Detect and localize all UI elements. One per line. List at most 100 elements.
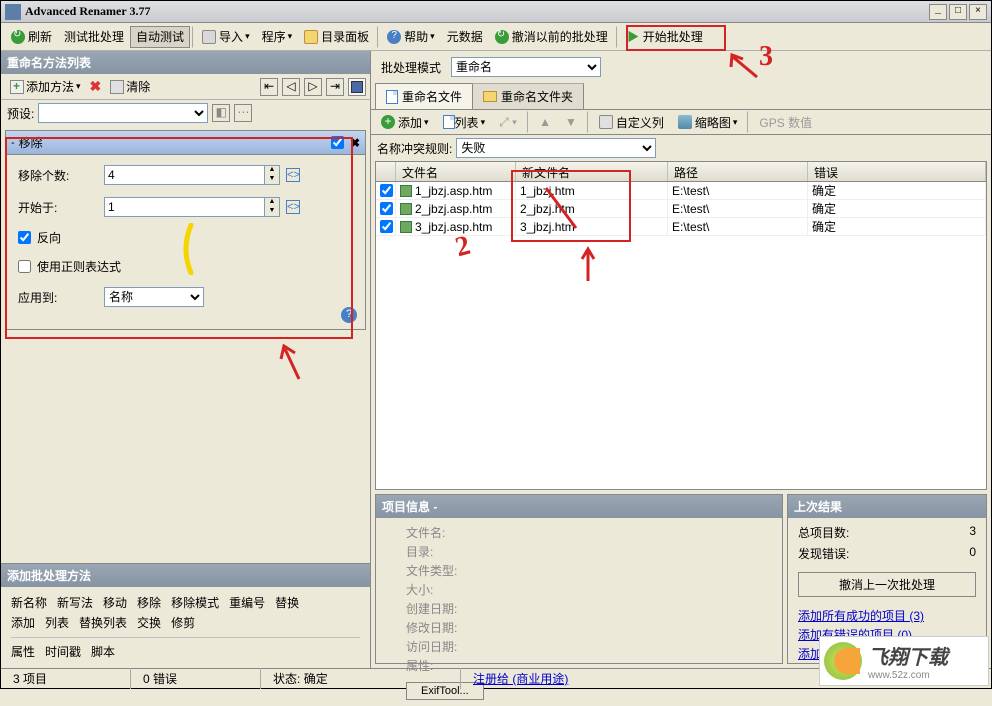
move-down-button[interactable]: ▼ — [559, 111, 583, 133]
tag-icon-2[interactable]: <> — [286, 200, 300, 214]
col-newname[interactable]: 新文件名 — [516, 162, 668, 181]
delete-method-icon[interactable]: ✖ — [90, 78, 102, 95]
errors-value: 0 — [969, 545, 976, 562]
add-method-link[interactable]: 新名称 — [11, 596, 47, 610]
save-button[interactable] — [348, 78, 366, 96]
annotation-stroke-2a — [541, 183, 581, 233]
metadata-button[interactable]: 元数据 — [441, 26, 489, 48]
start-at-label: 开始于: — [18, 199, 98, 216]
method-close-icon[interactable]: ✖ — [350, 136, 360, 150]
cell-path: E:\test\ — [672, 220, 709, 234]
list-button[interactable]: 列表▾ — [437, 111, 492, 133]
add-method-link[interactable]: 脚本 — [91, 645, 115, 659]
nav-next-button[interactable]: ▷ — [304, 78, 322, 96]
expand-icon[interactable]: ⤢ ▾ — [493, 111, 523, 133]
status-register[interactable]: 注册给 (商业用途) — [461, 668, 580, 689]
table-row[interactable]: 1_jbzj.asp.htm 1_jbzj.htm E:\test\ 确定 — [376, 182, 986, 200]
add-files-button[interactable]: +添加▾ — [375, 111, 435, 133]
table-row[interactable]: 2_jbzj.asp.htm 2_jbzj.htm E:\test\ 确定 — [376, 200, 986, 218]
undo-last-batch-button[interactable]: 撤消上一次批处理 — [798, 572, 976, 597]
start-at-input[interactable] — [104, 197, 264, 217]
add-method-link[interactable]: 添加 — [11, 616, 35, 630]
add-method-link[interactable]: 移除模式 — [171, 596, 219, 610]
add-method-link[interactable]: 修剪 — [171, 616, 195, 630]
preset-action1[interactable]: ◧ — [212, 104, 230, 122]
col-path[interactable]: 路径 — [668, 162, 808, 181]
col-filename[interactable]: 文件名 — [396, 162, 516, 181]
tab-rename-folders[interactable]: 重命名文件夹 — [472, 83, 584, 109]
nav-first-button[interactable]: ⇤ — [260, 78, 278, 96]
batch-mode-select[interactable]: 重命名 — [451, 57, 601, 77]
batch-mode-label: 批处理模式 — [381, 59, 441, 76]
tab-rename-files[interactable]: 重命名文件 — [375, 83, 473, 109]
info-label: 文件名: — [406, 524, 752, 541]
add-method-link[interactable]: 移除 — [137, 596, 161, 610]
add-method-link[interactable]: 交换 — [137, 616, 161, 630]
row-checkbox[interactable] — [380, 202, 393, 215]
minimize-button[interactable]: _ — [929, 4, 947, 20]
add-method-button[interactable]: 添加方法▾ — [5, 77, 86, 97]
gps-button[interactable]: GPS 数值 — [753, 111, 818, 133]
maximize-button[interactable]: □ — [949, 4, 967, 20]
cell-filename: 2_jbzj.asp.htm — [415, 202, 492, 216]
add-method-link[interactable]: 重编号 — [229, 596, 265, 610]
tag-icon[interactable]: <> — [286, 168, 300, 182]
app-icon — [5, 4, 21, 20]
folder-icon — [483, 91, 497, 102]
col-check[interactable] — [376, 162, 396, 181]
clear-methods-button[interactable]: 清除 — [105, 77, 155, 97]
test-batch-button[interactable]: 测试批处理 — [58, 26, 130, 48]
import-button[interactable]: 导入▾ — [196, 26, 256, 48]
custom-cols-button[interactable]: 自定义列 — [593, 111, 670, 133]
preset-select[interactable] — [38, 103, 208, 123]
program-button[interactable]: 程序▾ — [256, 26, 299, 48]
preset-action2[interactable]: ⋯ — [234, 104, 252, 122]
add-method-link[interactable]: 移动 — [103, 596, 127, 610]
help-icon: ? — [387, 30, 401, 44]
table-row[interactable]: 3_jbzj.asp.htm 3_jbzj.htm E:\test\ 确定 — [376, 218, 986, 236]
reverse-checkbox[interactable] — [18, 231, 31, 244]
add-icon: + — [381, 115, 395, 129]
help-button[interactable]: ?帮助▾ — [381, 26, 441, 48]
regex-checkbox[interactable] — [18, 260, 31, 273]
thumbnail-button[interactable]: 缩略图▾ — [672, 111, 744, 133]
refresh-button[interactable]: 刷新 — [5, 26, 58, 48]
move-up-button[interactable]: ▲ — [533, 111, 557, 133]
close-button[interactable]: × — [969, 4, 987, 20]
auto-test-button[interactable]: 自动测试 — [130, 26, 190, 48]
cell-error: 确定 — [812, 218, 836, 235]
remove-count-spinner[interactable]: ▲▼ — [104, 165, 280, 185]
nav-last-button[interactable]: ⇥ — [326, 78, 344, 96]
cell-error: 确定 — [812, 182, 836, 199]
info-label: 创建日期: — [406, 600, 752, 617]
add-method-link[interactable]: 替换 — [275, 596, 299, 610]
regex-label: 使用正则表达式 — [37, 258, 121, 275]
method-help-icon[interactable]: ? — [341, 307, 357, 323]
add-method-link[interactable]: 属性 — [11, 645, 35, 659]
info-panel: 项目信息 - 文件名:目录:文件类型:大小:创建日期:修改日期:访问日期:属性:… — [375, 494, 783, 664]
link-add-success[interactable]: 添加所有成功的项目 (3) — [798, 607, 976, 624]
dir-panel-button[interactable]: 目录面板 — [298, 26, 375, 48]
add-method-link[interactable]: 替换列表 — [79, 616, 127, 630]
add-method-link[interactable]: 列表 — [45, 616, 69, 630]
start-at-spinner[interactable]: ▲▼ — [104, 197, 280, 217]
conflict-select[interactable]: 失败 — [456, 138, 656, 158]
add-method-link[interactable]: 新写法 — [57, 596, 93, 610]
add-method-link[interactable]: 时间戳 — [45, 645, 81, 659]
method-collapse-icon[interactable]: - — [11, 137, 15, 149]
add-methods-title: 添加批处理方法 — [1, 564, 370, 587]
import-icon — [202, 30, 216, 44]
start-batch-button[interactable]: 开始批处理 — [620, 26, 709, 48]
row-checkbox[interactable] — [380, 220, 393, 233]
applyto-select[interactable]: 名称 — [104, 287, 204, 307]
row-checkbox[interactable] — [380, 184, 393, 197]
remove-count-input[interactable] — [104, 165, 264, 185]
undo-batch-button[interactable]: 撤消以前的批处理 — [489, 26, 614, 48]
cell-filename: 3_jbzj.asp.htm — [415, 220, 492, 234]
info-label: 访问日期: — [406, 638, 752, 655]
col-error[interactable]: 错误 — [808, 162, 986, 181]
method-enabled-checkbox[interactable] — [331, 136, 344, 149]
file-type-icon — [400, 185, 412, 197]
play-icon — [626, 30, 640, 44]
nav-prev-button[interactable]: ◁ — [282, 78, 300, 96]
